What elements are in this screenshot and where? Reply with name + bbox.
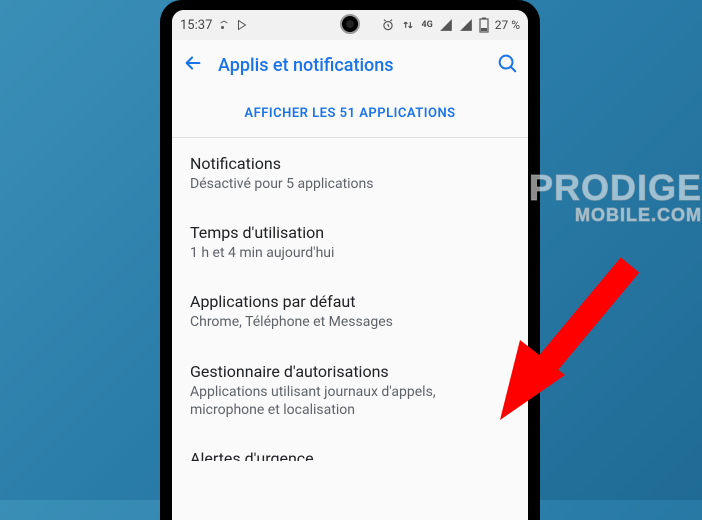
- item-subtitle: Chrome, Téléphone et Messages: [190, 313, 510, 331]
- signal-icon: [439, 18, 453, 32]
- status-bar: 15:37 4G: [172, 10, 528, 40]
- battery-icon: [479, 17, 489, 33]
- item-title: Applications par défaut: [190, 292, 510, 311]
- data-icon: [401, 18, 415, 32]
- signal-icon-2: x: [459, 18, 473, 32]
- watermark-line1: PRODIGE: [529, 170, 702, 206]
- list-item-default-apps[interactable]: Applications par défaut Chrome, Téléphon…: [190, 276, 510, 345]
- page-title: Applis et notifications: [218, 55, 482, 76]
- play-store-icon: [236, 19, 248, 31]
- watermark: PRODIGE MOBILE.COM: [529, 170, 702, 224]
- network-type-label: 4G: [421, 20, 432, 30]
- settings-list: Notifications Désactivé pour 5 applicati…: [172, 138, 528, 461]
- item-subtitle: 1 h et 4 min aujourd'hui: [190, 244, 510, 262]
- status-time: 15:37: [180, 18, 212, 33]
- back-button[interactable]: [182, 52, 204, 79]
- svg-text:x: x: [461, 21, 464, 27]
- item-subtitle: Applications utilisant journaux d'appels…: [190, 383, 510, 419]
- search-button[interactable]: [496, 52, 518, 78]
- list-item-emergency-alerts[interactable]: Alertes d'urgence: [190, 433, 510, 461]
- phone-frame: 15:37 4G: [160, 0, 540, 520]
- list-item-notifications[interactable]: Notifications Désactivé pour 5 applicati…: [190, 138, 510, 207]
- music-icon: [218, 19, 230, 31]
- item-title: Temps d'utilisation: [190, 223, 510, 242]
- item-subtitle: Désactivé pour 5 applications: [190, 175, 510, 193]
- item-title: Gestionnaire d'autorisations: [190, 362, 510, 381]
- front-camera: [340, 14, 360, 34]
- item-title: Alertes d'urgence: [190, 449, 510, 461]
- list-item-permission-manager[interactable]: Gestionnaire d'autorisations Application…: [190, 346, 510, 433]
- show-all-apps-button[interactable]: AFFICHER LES 51 APPLICATIONS: [172, 90, 528, 138]
- alarm-icon: [381, 18, 395, 32]
- item-title: Notifications: [190, 154, 510, 173]
- battery-label: 27 %: [495, 18, 520, 32]
- list-item-screen-time[interactable]: Temps d'utilisation 1 h et 4 min aujourd…: [190, 207, 510, 276]
- watermark-line2: MOBILE.COM: [529, 206, 702, 224]
- screen: 15:37 4G: [172, 10, 528, 520]
- app-bar: Applis et notifications: [172, 40, 528, 90]
